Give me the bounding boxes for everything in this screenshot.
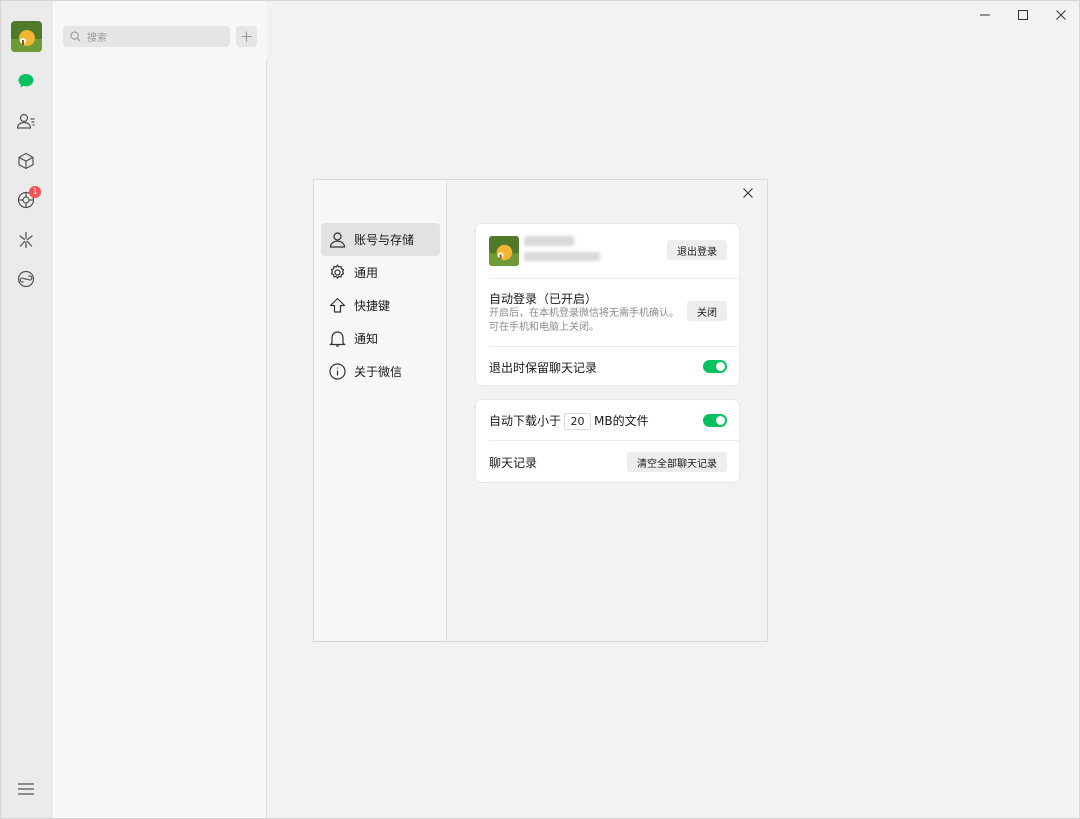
- keep-history-row: 退出时保留聊天记录: [476, 347, 739, 386]
- chat-list-panel: 搜索: [53, 1, 267, 818]
- user-icon: [329, 232, 346, 248]
- auto-download-row: 自动下载小于 20 MB的文件: [476, 400, 739, 441]
- favorites-icon[interactable]: [15, 150, 37, 172]
- settings-dialog: 账号与存储 通用 快捷键 通知 关于微信 退出登录 自动登录（已开启） 开启后，…: [313, 179, 768, 642]
- settings-nav: 账号与存储 通用 快捷键 通知 关于微信: [314, 180, 447, 641]
- auto-download-toggle[interactable]: [703, 414, 727, 427]
- auto-login-desc-2: 可在手机和电脑上关闭。: [489, 322, 599, 333]
- clear-history-button[interactable]: 清空全部聊天记录: [627, 452, 727, 472]
- nav-notifications[interactable]: 通知: [321, 322, 440, 355]
- nav-label: 通知: [354, 332, 379, 346]
- auto-login-off-button[interactable]: 关闭: [687, 301, 727, 321]
- wechat-window: 1 搜索 账号与存储 通用 快捷键 通知 关于微信 退出登录 自动登录（已开启）…: [0, 0, 1080, 819]
- keep-history-toggle[interactable]: [703, 360, 727, 373]
- nav-shortcuts[interactable]: 快捷键: [321, 289, 440, 322]
- account-name-redacted: [524, 236, 574, 246]
- logout-button[interactable]: 退出登录: [667, 240, 727, 260]
- close-icon: [743, 188, 753, 198]
- auto-login-desc-1: 开启后，在本机登录微信将无需手机确认。: [489, 308, 679, 319]
- auto-download-size-input[interactable]: 20: [564, 413, 592, 430]
- search-input[interactable]: 搜索: [63, 26, 230, 47]
- info-icon: [329, 363, 346, 380]
- auto-login-row: 自动登录（已开启） 开启后，在本机登录微信将无需手机确认。 可在手机和电脑上关闭…: [476, 279, 739, 347]
- moments-badge: 1: [29, 186, 41, 198]
- nav-label: 通用: [354, 266, 379, 280]
- chat-history-label: 聊天记录: [489, 456, 538, 470]
- search-icon: [70, 31, 81, 42]
- search-placeholder: 搜索: [87, 33, 107, 44]
- auto-login-title: 自动登录（已开启）: [489, 292, 598, 306]
- minimize-button[interactable]: [977, 7, 993, 23]
- chat-icon[interactable]: [15, 70, 37, 92]
- plus-icon: [241, 31, 252, 42]
- auto-download-label: 自动下载小于 20 MB的文件: [489, 412, 649, 430]
- nav-account-storage[interactable]: 账号与存储: [321, 223, 440, 256]
- add-button[interactable]: [236, 26, 257, 47]
- contacts-icon[interactable]: [15, 110, 37, 132]
- minimize-icon: [980, 14, 990, 16]
- auto-download-suffix: MB的文件: [594, 414, 649, 428]
- chat-history-row: 聊天记录 清空全部聊天记录: [476, 441, 739, 483]
- avatar[interactable]: [11, 21, 42, 52]
- dialog-close-button[interactable]: [740, 185, 756, 201]
- nav-label: 快捷键: [354, 299, 391, 313]
- close-icon: [1056, 10, 1066, 20]
- account-id-redacted: [524, 252, 600, 261]
- auto-download-prefix: 自动下载小于: [489, 414, 562, 428]
- gear-icon: [330, 264, 345, 280]
- nav-label: 关于微信: [354, 365, 403, 379]
- channels-icon[interactable]: [15, 229, 37, 251]
- shortcut-icon: [329, 297, 346, 313]
- keep-history-label: 退出时保留聊天记录: [489, 361, 598, 375]
- nav-label: 账号与存储: [354, 233, 415, 247]
- nav-general[interactable]: 通用: [321, 256, 440, 289]
- left-rail: 1: [1, 1, 52, 818]
- account-avatar: [489, 236, 519, 266]
- window-close-button[interactable]: [1053, 7, 1069, 23]
- menu-icon[interactable]: [15, 778, 37, 800]
- mini-programs-icon[interactable]: [15, 268, 37, 290]
- storage-card: 自动下载小于 20 MB的文件 聊天记录 清空全部聊天记录: [475, 399, 740, 483]
- maximize-button[interactable]: [1015, 7, 1031, 23]
- account-card: 退出登录 自动登录（已开启） 开启后，在本机登录微信将无需手机确认。 可在手机和…: [475, 223, 740, 386]
- nav-about[interactable]: 关于微信: [321, 355, 440, 388]
- maximize-icon: [1018, 10, 1028, 20]
- account-row: 退出登录: [476, 224, 739, 279]
- bell-icon: [329, 331, 346, 347]
- list-header: 搜索: [53, 1, 267, 59]
